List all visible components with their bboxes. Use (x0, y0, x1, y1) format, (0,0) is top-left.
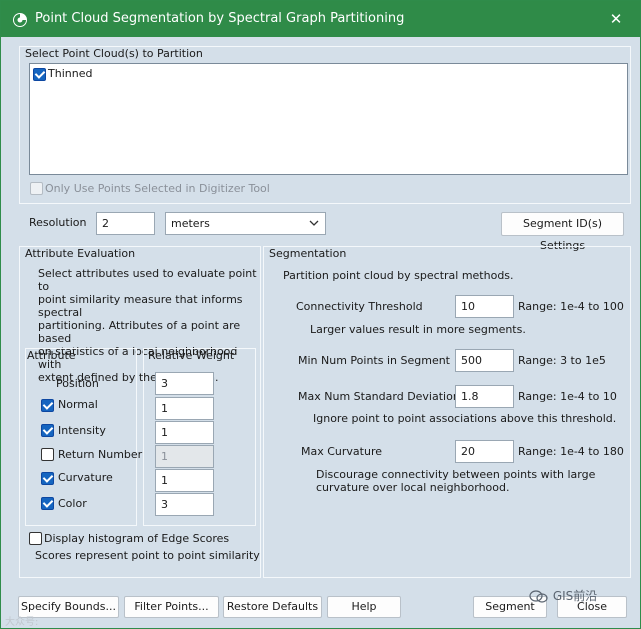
max-curvature-label: Max Curvature (301, 445, 382, 458)
app-logo-icon (13, 13, 27, 27)
chevron-down-icon (309, 220, 319, 226)
attribute-label-return-number: Return Number (58, 448, 143, 461)
weight-input-position[interactable]: 3 (155, 372, 214, 395)
max-std-dev-input[interactable]: 1.8 (455, 385, 514, 408)
attribute-label-color: Color (58, 497, 87, 510)
min-num-points-range: Range: 3 to 1e5 (518, 354, 606, 367)
curvature-checkbox[interactable] (41, 472, 54, 485)
watermark: GIS前沿 (529, 587, 597, 604)
list-item-label: Thinned (48, 67, 93, 80)
digitizer-only-checkbox[interactable] (30, 182, 43, 195)
attribute-label-curvature: Curvature (58, 471, 113, 484)
resolution-unit-select[interactable]: meters (165, 212, 326, 235)
max-std-dev-label: Max Num Standard Deviations (298, 390, 466, 403)
weight-column-header: Relative Weight (148, 349, 235, 362)
connectivity-threshold-label: Connectivity Threshold (296, 300, 423, 313)
histogram-label: Display histogram of Edge Scores (44, 532, 230, 545)
max-std-dev-note: Ignore point to point associations above… (313, 412, 617, 425)
connectivity-threshold-note: Larger values result in more segments. (310, 323, 526, 336)
resolution-input[interactable]: 2 (96, 212, 155, 235)
histogram-checkbox[interactable] (29, 532, 42, 545)
attribute-label-normal: Normal (58, 398, 98, 411)
return-number-checkbox[interactable] (41, 448, 54, 461)
close-window-button[interactable]: ✕ (597, 7, 635, 31)
attribute-column-header: Attribute (27, 349, 76, 362)
attribute-label-position: Position (56, 377, 99, 390)
max-curvature-input[interactable]: 20 (455, 440, 514, 463)
filter-points-button[interactable]: Filter Points... (124, 596, 219, 618)
histogram-note: Scores represent point to point similari… (35, 549, 260, 562)
min-num-points-label: Min Num Points in Segment (298, 354, 450, 367)
weight-input-curvature[interactable]: 1 (155, 469, 214, 492)
help-button[interactable]: Help (327, 596, 401, 618)
weight-input-return-number: 1 (155, 445, 214, 468)
list-item[interactable]: Thinned (32, 67, 152, 83)
digitizer-only-label: Only Use Points Selected in Digitizer To… (45, 182, 270, 195)
min-num-points-input[interactable]: 500 (455, 349, 514, 372)
weight-input-normal[interactable]: 1 (155, 397, 214, 420)
normal-checkbox[interactable] (41, 399, 54, 412)
attribute-label-intensity: Intensity (58, 424, 106, 437)
segment-id-settings-button[interactable]: Segment ID(s) Settings (501, 212, 624, 252)
title-bar[interactable]: Point Cloud Segmentation by Spectral Gra… (1, 1, 640, 37)
attribute-description-line: point similarity measure that informs sp… (38, 293, 243, 319)
intensity-checkbox[interactable] (41, 424, 54, 437)
watermark-text: GIS前沿 (552, 589, 598, 603)
attribute-evaluation-label: Attribute Evaluation (25, 247, 136, 260)
point-cloud-list[interactable]: Thinned (29, 63, 628, 175)
attribute-description-line: partitioning. Attributes of a point are … (38, 319, 241, 345)
weight-input-color[interactable]: 3 (155, 493, 214, 516)
thinned-checkbox[interactable] (33, 68, 46, 81)
resolution-unit-value: meters (171, 217, 210, 230)
chat-bubble-icon (529, 589, 548, 603)
segmentation-description: Partition point cloud by spectral method… (283, 269, 514, 282)
window-title: Point Cloud Segmentation by Spectral Gra… (35, 11, 405, 26)
point-cloud-group-label: Select Point Cloud(s) to Partition (25, 47, 203, 60)
color-checkbox[interactable] (41, 497, 54, 510)
segmentation-group-label: Segmentation (269, 247, 347, 260)
weight-input-intensity[interactable]: 1 (155, 421, 214, 444)
attribute-description-line: Select attributes used to evaluate point… (38, 267, 257, 293)
connectivity-threshold-range: Range: 1e-4 to 100 (518, 300, 624, 313)
max-std-dev-range: Range: 1e-4 to 10 (518, 390, 617, 403)
restore-defaults-button[interactable]: Restore Defaults (223, 596, 322, 618)
resolution-label: Resolution (29, 216, 87, 229)
connectivity-threshold-input[interactable]: 10 (455, 295, 514, 318)
max-curvature-range: Range: 1e-4 to 180 (518, 445, 624, 458)
watermark-left-text: 大众号: (5, 617, 39, 628)
dialog-window: Point Cloud Segmentation by Spectral Gra… (0, 0, 641, 629)
max-curvature-note: Discourage connectivity between points w… (316, 468, 596, 494)
